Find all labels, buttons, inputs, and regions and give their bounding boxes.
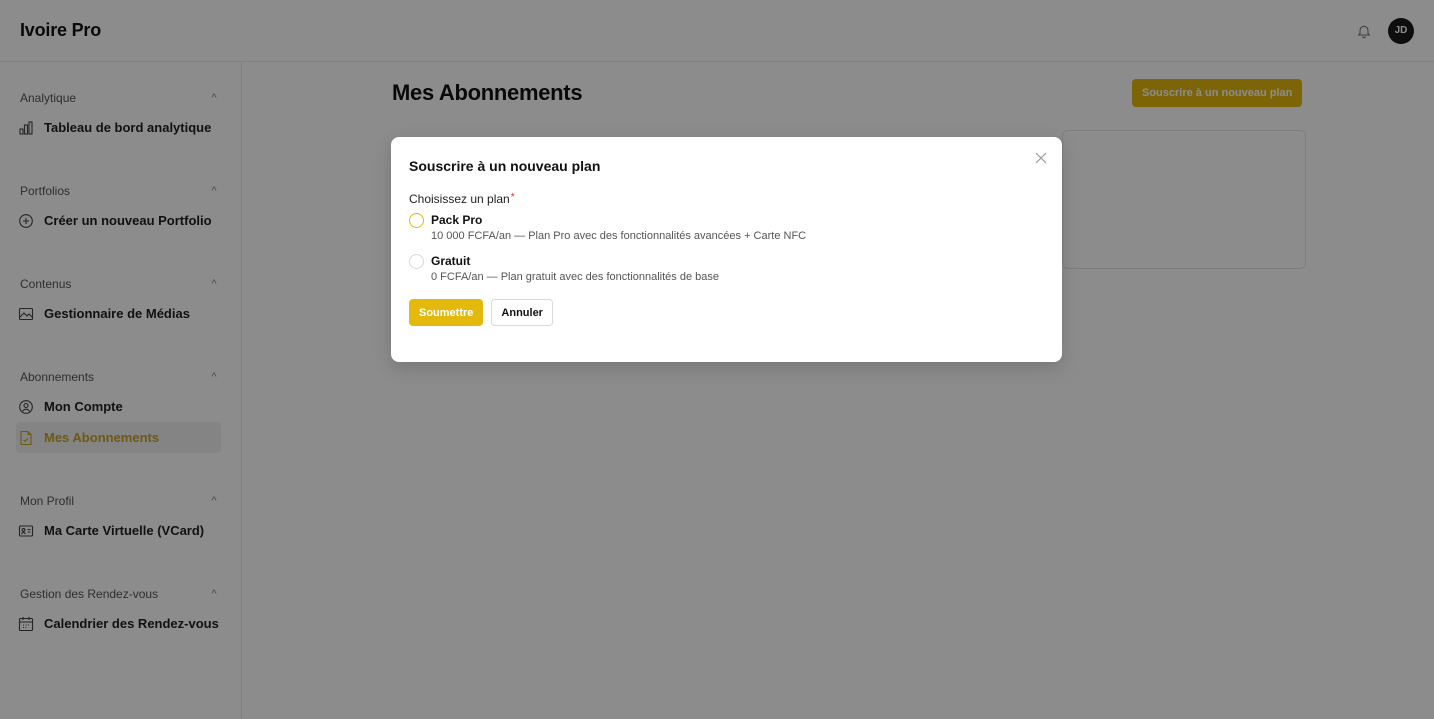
subscribe-modal: Souscrire à un nouveau plan Choisissez u… <box>391 137 1062 362</box>
plan-option-description: 0 FCFA/an — Plan gratuit avec des foncti… <box>431 271 719 283</box>
plan-option-name: Gratuit <box>431 254 471 268</box>
plan-radio-group: Pack Pro 10 000 FCFA/an — Plan Pro avec … <box>409 212 1044 285</box>
cancel-button[interactable]: Annuler <box>491 299 553 326</box>
required-mark: * <box>510 192 515 203</box>
radio-gratuit[interactable] <box>409 254 424 269</box>
plan-option-pack-pro[interactable]: Pack Pro 10 000 FCFA/an — Plan Pro avec … <box>409 212 1044 244</box>
plan-field-label-text: Choisissez un plan <box>409 192 510 206</box>
submit-button[interactable]: Soumettre <box>409 299 484 326</box>
app-root: Ivoire Pro JD Analytique ^ Tableau de bo… <box>0 0 1434 719</box>
modal-actions: Soumettre Annuler <box>409 299 1044 326</box>
modal-title: Souscrire à un nouveau plan <box>409 158 601 174</box>
plan-option-text: Pack Pro 10 000 FCFA/an — Plan Pro avec … <box>431 212 806 244</box>
plan-field-label: Choisissez un plan* <box>409 192 1044 206</box>
plan-option-text: Gratuit 0 FCFA/an — Plan gratuit avec de… <box>431 253 719 285</box>
plan-option-description: 10 000 FCFA/an — Plan Pro avec des fonct… <box>431 230 807 242</box>
radio-pack-pro[interactable] <box>409 213 424 228</box>
close-icon[interactable] <box>1034 151 1048 165</box>
plan-option-gratuit[interactable]: Gratuit 0 FCFA/an — Plan gratuit avec de… <box>409 253 1044 285</box>
plan-option-name: Pack Pro <box>431 213 483 227</box>
